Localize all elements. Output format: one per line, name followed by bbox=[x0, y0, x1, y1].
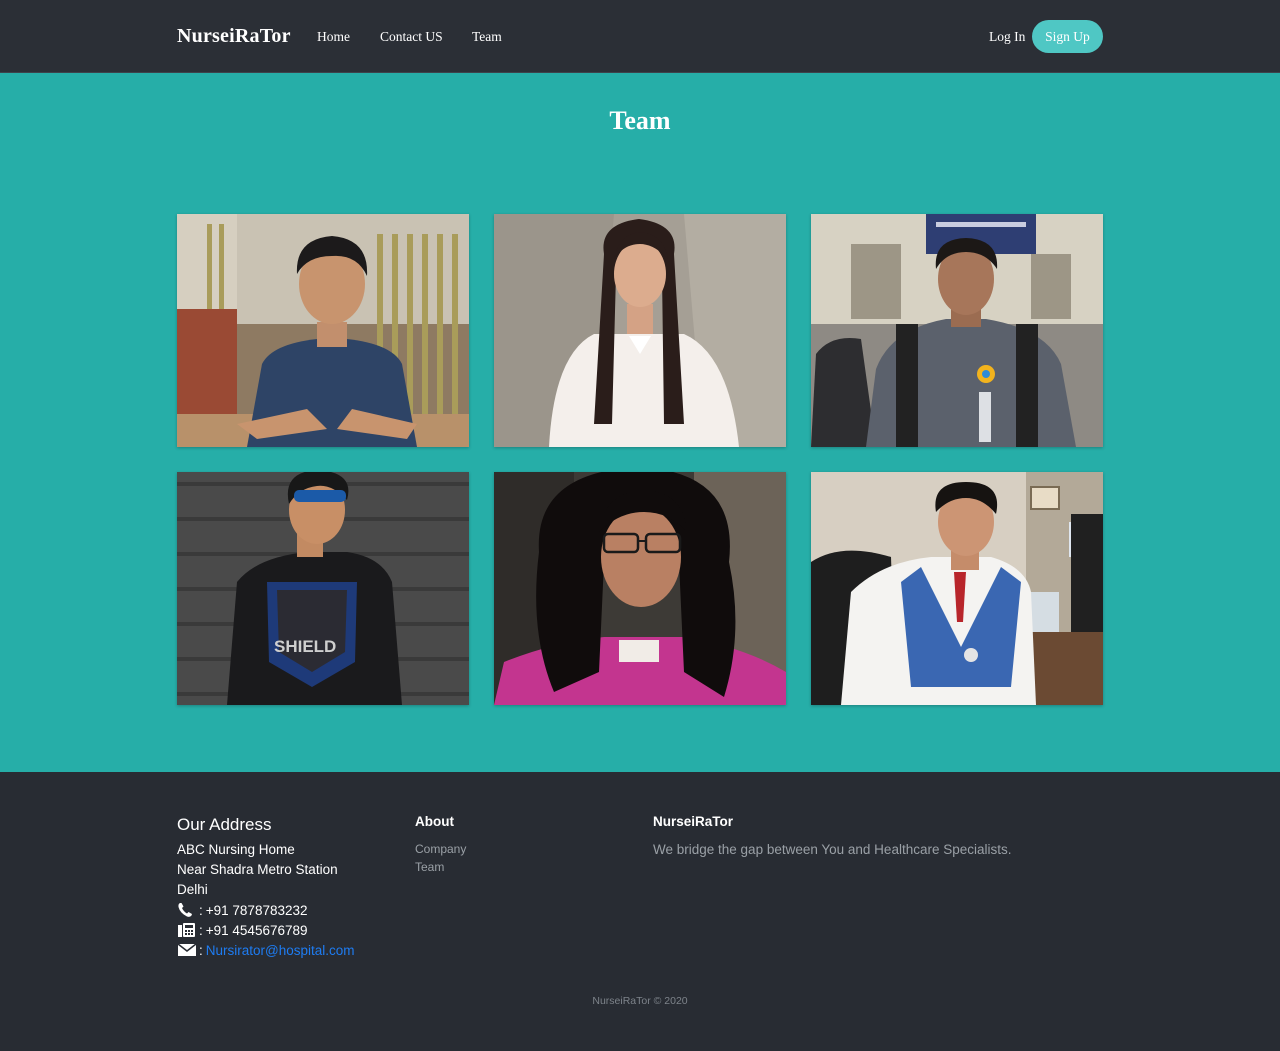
nav-link-team[interactable]: Team bbox=[472, 29, 502, 45]
top-navbar: NurseiRaTor Home Contact US Team Log In … bbox=[0, 0, 1280, 73]
footer-link-team[interactable]: Team bbox=[415, 860, 444, 874]
team-section: Team SHIELD bbox=[0, 73, 1280, 772]
team-member-photo-3 bbox=[811, 214, 1103, 447]
email-row: : Nursirator@hospital.com bbox=[177, 942, 355, 958]
phone-row: : +91 7878783232 bbox=[177, 902, 308, 918]
about-heading: About bbox=[415, 814, 454, 829]
address-heading: Our Address bbox=[177, 815, 272, 834]
brand-logo[interactable]: NurseiRaTor bbox=[177, 25, 291, 48]
nav-link-home[interactable]: Home bbox=[317, 29, 350, 45]
team-member-photo-4-image: SHIELD bbox=[177, 472, 469, 705]
team-member-photo-5-image bbox=[494, 472, 786, 705]
team-member-photo-6 bbox=[811, 472, 1103, 705]
footer-tagline: We bridge the gap between You and Health… bbox=[653, 842, 1012, 857]
team-member-photo-2 bbox=[494, 214, 786, 447]
login-link[interactable]: Log In bbox=[989, 29, 1025, 45]
fax-icon bbox=[178, 923, 195, 937]
team-member-photo-1-image bbox=[177, 214, 469, 447]
site-footer: Our Address ABC Nursing Home Near Shadra… bbox=[0, 772, 1280, 1051]
address-line-3: Delhi bbox=[177, 882, 208, 897]
phone-icon bbox=[178, 903, 192, 917]
team-member-photo-5 bbox=[494, 472, 786, 705]
fax-row: : +91 4545676789 bbox=[177, 922, 308, 938]
address-line-2: Near Shadra Metro Station bbox=[177, 862, 338, 877]
team-member-photo-1 bbox=[177, 214, 469, 447]
team-member-photo-2-image bbox=[494, 214, 786, 447]
footer-brand-heading: NurseiRaTor bbox=[653, 814, 734, 829]
footer-link-company[interactable]: Company bbox=[415, 842, 466, 856]
email-link[interactable]: Nursirator@hospital.com bbox=[206, 943, 355, 958]
fax-number: +91 4545676789 bbox=[205, 922, 308, 938]
copyright-text: NurseiRaTor © 2020 bbox=[592, 995, 688, 1007]
page-title: Team bbox=[609, 106, 671, 135]
team-member-photo-6-image bbox=[811, 472, 1103, 705]
phone-number: +91 7878783232 bbox=[205, 902, 308, 918]
team-member-photo-4: SHIELD bbox=[177, 472, 469, 705]
nav-link-contact[interactable]: Contact US bbox=[380, 29, 443, 45]
envelope-icon bbox=[177, 943, 197, 956]
team-member-photo-3-image bbox=[811, 214, 1103, 447]
signup-button[interactable]: Sign Up bbox=[1032, 20, 1103, 53]
svg-text:SHIELD: SHIELD bbox=[274, 637, 336, 656]
address-line-1: ABC Nursing Home bbox=[177, 842, 295, 857]
